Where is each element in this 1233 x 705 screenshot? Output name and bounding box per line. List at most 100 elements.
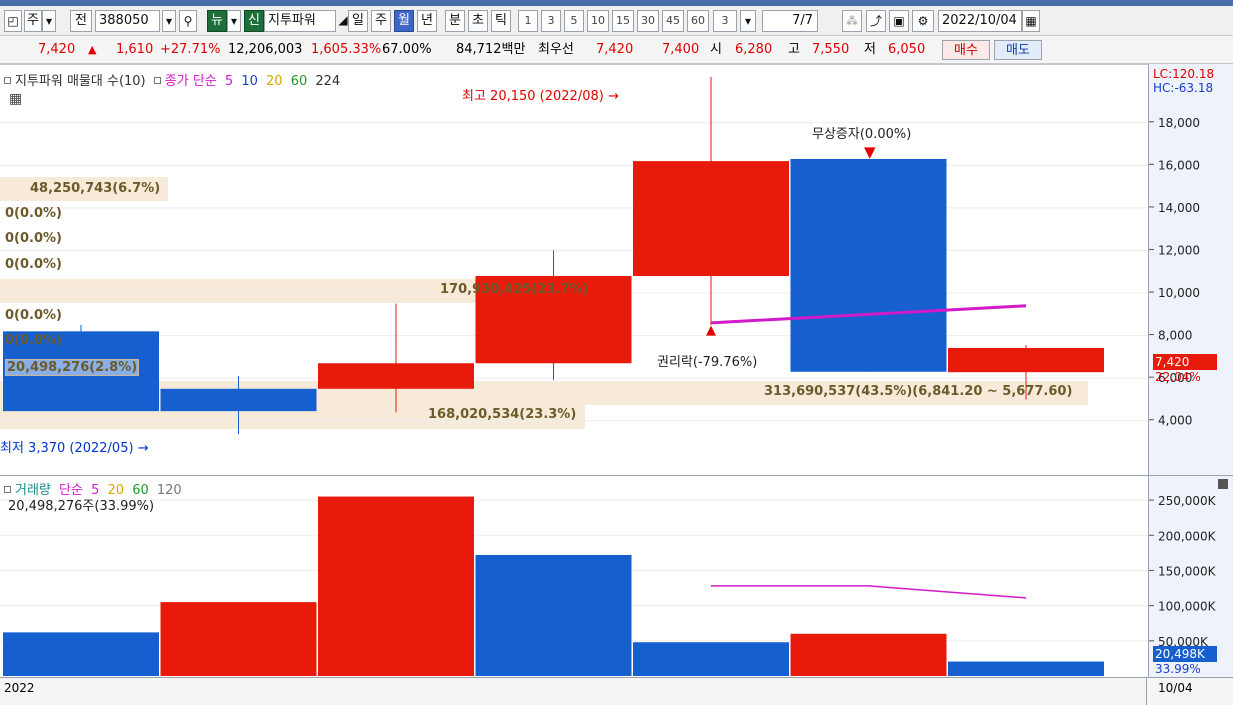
save-icon[interactable]: ▣ [889,10,909,32]
year-label: 2022 [4,681,35,695]
legend-stock-name: 지투파워 매물대 수(10) [15,74,146,89]
window-menu-icon[interactable]: ◰ [4,10,22,32]
price-chart-panel[interactable]: 지투파워 매물대 수(10) 종가 단순 5 10 20 60 224 ▦ 최고… [0,64,1148,476]
chevron-down-icon[interactable]: ▾ [227,10,241,32]
up-arrow-icon: ▲ [88,43,97,56]
best-quote-label: 최우선 [538,42,574,57]
volume-profile-label: 0(0.0%) [5,257,62,272]
interval-5-button[interactable]: 5 [564,10,584,32]
up-arrow-icon: ▲ [706,323,716,338]
interval-30-button[interactable]: 30 [637,10,659,32]
volume-chart-panel[interactable]: 거래량 단순 5 20 60 120 20,498,276주(33.99%) [0,476,1148,678]
price-y-axis[interactable]: LC:120.18 HC:-63.18 4,000 6,000 8,000 10,00… [1148,64,1233,476]
low-label: 저 [864,42,876,57]
interval-60-button[interactable]: 60 [687,10,709,32]
open-label: 시 [710,42,722,57]
axis-tick-label: 250,000K [1158,494,1217,508]
legend-ma20: 20 [266,74,283,89]
axis-tick-label: 14,000 [1158,201,1200,215]
current-price: 7,420 [38,42,76,57]
volume-y-axis[interactable]: 50,000K 100,000K 150,000K 200,000K 250,000K … [1148,476,1233,678]
axis-tick-label: 150,000K [1158,564,1217,578]
volume-profile-label: 20,498,276(2.8%) [5,359,140,376]
legend-ma-label: 종가 단순 [164,74,217,89]
volume-info-label: 20,498,276주(33.99%) [8,499,155,514]
volume-profile-label: 0(0.0%) [5,308,62,323]
volume-bar [948,661,1104,676]
volume-profile-label: 48,250,743(6.7%) [30,181,161,196]
volume-profile-label: 0(0.0%) [5,333,62,348]
stock-name-field[interactable]: 지투파워 [264,10,336,32]
chevron-down-icon[interactable]: ▾ [42,10,56,32]
gear-icon[interactable]: ⚙ [912,10,934,32]
search-icon[interactable]: ⚲ [179,10,197,32]
credit-badge[interactable]: 신 [244,10,264,32]
high-label: 고 [788,42,800,57]
volume-profile-label: 0(0.0%) [5,231,62,246]
axis-tick-label: 12,000 [1158,243,1200,257]
axis-tick-label: 16,000 [1158,158,1200,172]
interval-45-button[interactable]: 45 [662,10,684,32]
interval-1-button[interactable]: 1 [518,10,538,32]
current-pct-tag: 22.04% [1155,370,1201,384]
sell-button[interactable]: 매도 [994,40,1042,60]
axis-tick-label: 200,000K [1158,529,1217,543]
legend-toggle-icon[interactable] [4,486,11,493]
compare-icon[interactable]: ⁂ [842,10,862,32]
volume-profile-label: 168,020,534(23.3%) [428,407,577,422]
period-tick-button[interactable]: 틱 [491,10,511,32]
period-second-button[interactable]: 초 [468,10,488,32]
legend-toggle-icon[interactable] [153,77,161,84]
volume-chart-svg [0,496,1148,676]
legend-ma5: 5 [224,74,234,89]
news-button[interactable]: 뉴 [207,10,227,32]
interval-15-button[interactable]: 15 [612,10,634,32]
candle-body [790,158,947,372]
trend-tool-icon[interactable]: ⤴ [866,10,886,32]
price-legend: 지투파워 매물대 수(10) 종가 단순 5 10 20 60 224 [4,70,344,89]
bonus-issue-label: 무상증자(0.00%) [812,127,912,142]
stock-code-input[interactable]: 388050 [95,10,160,32]
interval-count-field[interactable]: 3 [713,10,737,32]
period-week-button[interactable]: 주 [371,10,391,32]
period-minute-button[interactable]: 분 [445,10,465,32]
table-view-icon[interactable]: ▦ [9,91,22,107]
axis-tick-label: 100,000K [1158,600,1217,614]
chevron-down-icon[interactable]: ▾ [740,10,756,32]
candle-body [160,388,317,412]
page-indicator-field[interactable]: 7/7 [762,10,818,32]
best-bid: 7,400 [662,42,700,57]
current-volume-tag: 20,498K [1153,646,1217,662]
candle-body [318,363,474,389]
current-volume-pct: 33.99% [1155,662,1201,676]
period-year-button[interactable]: 년 [417,10,437,32]
low-marker-label: 최저 3,370 (2022/05) → [0,441,149,456]
period-type-select[interactable]: 주 [24,10,42,32]
chevron-down-icon[interactable]: ▾ [162,10,176,32]
calendar-icon[interactable]: ▦ [1022,10,1040,32]
high-marker-label: 최고 20,150 (2022/08) → [462,89,619,104]
volume-bar [633,642,789,676]
legend-ma60: 60 [290,74,308,89]
period-day-button[interactable]: 일 [348,10,368,32]
buy-button[interactable]: 매수 [942,40,990,60]
period-month-button[interactable]: 월 [394,10,414,32]
turnover-rate: 67.00% [382,42,432,57]
ex-rights-label: 권리락(-79.76%) [657,355,758,370]
down-arrow-icon: ▼ [864,143,876,161]
date-axis-bar: 2022 10/04 [0,678,1233,705]
candle-body [633,161,789,277]
price-axis-svg: 4,0006,0008,00010,00012,00014,00016,0001… [1149,116,1200,428]
market-type-select[interactable]: 전 [70,10,92,32]
volume-bar [475,554,632,676]
open-price: 6,280 [735,42,773,57]
chart-toolbar: ◰ 주 ▾ 전 388050 ▾ ⚲ 뉴 ▾ 신 지투파워 ◢ 일 주 월 년 … [0,6,1233,36]
interval-3-button[interactable]: 3 [541,10,561,32]
high-price: 7,550 [812,42,850,57]
volume-ratio: 1,605.33% [311,42,382,57]
volume-ma5-line [711,585,1027,599]
legend-toggle-icon[interactable] [4,77,11,84]
date-input[interactable]: 2022/10/04 [938,10,1022,32]
interval-10-button[interactable]: 10 [587,10,609,32]
legend-ma224: 224 [315,74,341,89]
